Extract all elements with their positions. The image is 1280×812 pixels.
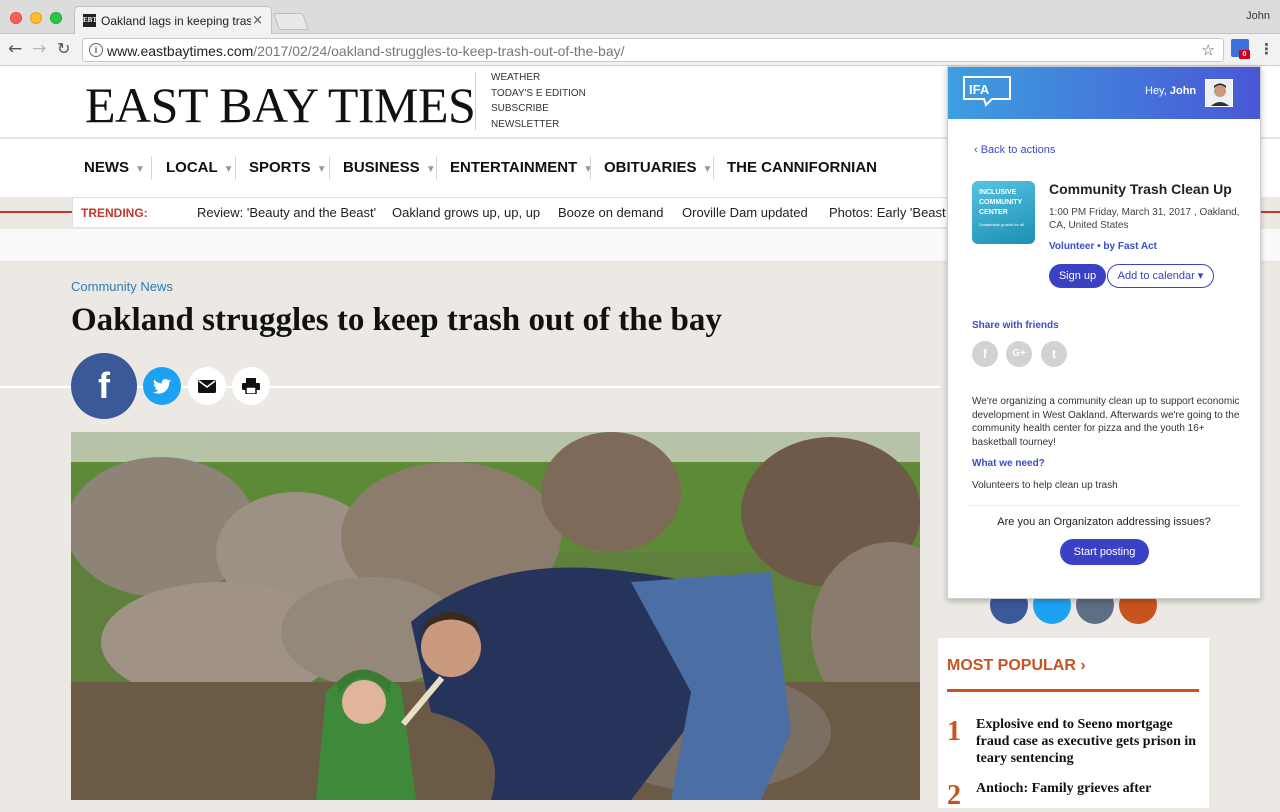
browser-tab-strip: EBT Oakland lags in keeping trash × John xyxy=(0,0,1280,34)
event-time-location: 1:00 PM Friday, March 31, 2017 , Oakland… xyxy=(1049,207,1240,231)
close-tab-icon[interactable]: × xyxy=(252,13,263,28)
most-popular-headline[interactable]: Antioch: Family grieves after xyxy=(976,780,1206,797)
facebook-icon: f xyxy=(98,365,110,406)
trending-label: TRENDING: xyxy=(81,206,148,220)
start-posting-button[interactable]: Start posting xyxy=(1060,539,1149,565)
twitter-icon[interactable]: t xyxy=(1041,341,1067,367)
add-to-calendar-button[interactable]: Add to calendar ▾ xyxy=(1107,264,1214,288)
most-popular-panel: MOST POPULAR › 1 Explosive end to Seeno … xyxy=(938,638,1209,811)
event-title: Community Trash Clean Up xyxy=(1049,181,1232,197)
facebook-share-button[interactable]: f xyxy=(71,353,137,419)
popup-greeting: Hey, John xyxy=(1145,85,1197,97)
forward-icon[interactable]: → xyxy=(32,40,46,58)
nav-item-business[interactable]: BUSINESS ▼ xyxy=(343,159,436,176)
browser-tab[interactable]: EBT Oakland lags in keeping trash × xyxy=(74,6,272,34)
ifa-extension-popup: IFA Hey, John ‹ Back to actions INCLUSIV… xyxy=(947,66,1261,599)
google-plus-icon[interactable]: G+ xyxy=(1006,341,1032,367)
site-favicon-icon: EBT xyxy=(83,14,97,27)
extension-badge: 0 xyxy=(1239,50,1250,59)
article-photo xyxy=(71,432,920,800)
header-link-newsletter[interactable]: NEWSLETTER xyxy=(491,117,586,133)
header-links: WEATHER TODAY'S E EDITION SUBSCRIBE NEWS… xyxy=(491,70,586,132)
most-popular-title[interactable]: MOST POPULAR › xyxy=(947,657,1086,675)
most-popular-rule xyxy=(947,689,1199,692)
article-section-link[interactable]: Community News xyxy=(71,279,173,294)
popup-divider xyxy=(968,505,1240,506)
twitter-icon xyxy=(153,378,171,394)
trending-link[interactable]: Photos: Early 'Beast N xyxy=(829,205,959,220)
most-popular-headline[interactable]: Explosive end to Seeno mortgage fraud ca… xyxy=(976,716,1206,767)
twitter-share-button[interactable] xyxy=(143,367,181,405)
print-icon xyxy=(242,378,260,394)
profile-name[interactable]: John xyxy=(1246,10,1270,22)
avatar[interactable] xyxy=(1205,79,1233,107)
back-to-actions-link[interactable]: ‹ Back to actions xyxy=(974,144,1055,156)
url-text[interactable]: www.eastbaytimes.com/2017/02/24/oakland-… xyxy=(107,43,625,59)
share-divider xyxy=(0,386,940,388)
tab-title: Oakland lags in keeping trash xyxy=(101,14,251,28)
share-with-friends-label: Share with friends xyxy=(972,320,1059,331)
zoom-window-button[interactable] xyxy=(50,12,62,24)
nav-item-news[interactable]: NEWS ▼ xyxy=(84,159,145,176)
email-icon xyxy=(198,379,216,393)
nav-item-cannifornian[interactable]: THE CANNIFORNIAN xyxy=(727,159,877,176)
trending-link[interactable]: Oakland grows up, up, up xyxy=(392,205,540,220)
event-organizer[interactable]: Volunteer • by Fast Act xyxy=(1049,241,1157,252)
header-link-e-edition[interactable]: TODAY'S E EDITION xyxy=(491,86,586,102)
minimize-window-button[interactable] xyxy=(30,12,42,24)
trending-link[interactable]: Booze on demand xyxy=(558,205,664,220)
what-we-need-text: Volunteers to help clean up trash xyxy=(972,480,1118,491)
print-button[interactable] xyxy=(232,367,270,405)
info-icon[interactable]: i xyxy=(89,43,103,57)
close-window-button[interactable] xyxy=(10,12,22,24)
event-thumbnail: INCLUSIVE COMMUNITY CENTER Sustainable g… xyxy=(972,181,1035,244)
article-headline: Oakland struggles to keep trash out of t… xyxy=(71,302,722,338)
nav-item-entertainment[interactable]: ENTERTAINMENT ▼ xyxy=(450,159,593,176)
site-logo[interactable]: EAST BAY TIMES xyxy=(85,76,476,134)
header-link-weather[interactable]: WEATHER xyxy=(491,70,586,86)
what-we-need-label: What we need? xyxy=(972,458,1045,469)
reload-icon[interactable]: ↻ xyxy=(57,40,70,58)
nav-item-sports[interactable]: SPORTS ▼ xyxy=(249,159,327,176)
nav-item-obituaries[interactable]: OBITUARIES ▼ xyxy=(604,159,712,176)
trending-link[interactable]: Oroville Dam updated xyxy=(682,205,808,220)
svg-text:IFA: IFA xyxy=(969,82,990,97)
organization-question: Are you an Organizaton addressing issues… xyxy=(997,516,1211,528)
trending-link[interactable]: Review: 'Beauty and the Beast' xyxy=(197,205,376,220)
address-bar[interactable]: i www.eastbaytimes.com/2017/02/24/oaklan… xyxy=(82,38,1224,62)
menu-icon[interactable]: ⋮ xyxy=(1259,40,1274,58)
article-photo-image xyxy=(71,432,920,800)
back-icon[interactable]: ← xyxy=(8,40,22,58)
browser-toolbar: ← → ↻ i www.eastbaytimes.com/2017/02/24/… xyxy=(0,34,1280,66)
nav-item-local[interactable]: LOCAL ▼ xyxy=(166,159,234,176)
popup-header: IFA Hey, John xyxy=(948,67,1260,119)
bookmark-star-icon[interactable]: ☆ xyxy=(1202,41,1215,59)
ifa-logo-icon[interactable]: IFA xyxy=(962,75,1012,107)
email-share-button[interactable] xyxy=(188,367,226,405)
new-tab-button[interactable] xyxy=(272,13,310,30)
event-description: We're organizing a community clean up to… xyxy=(972,396,1240,448)
header-link-subscribe[interactable]: SUBSCRIBE xyxy=(491,101,586,117)
trending-bar: TRENDING: Review: 'Beauty and the Beast'… xyxy=(72,197,972,228)
sign-up-button[interactable]: Sign up xyxy=(1049,264,1106,288)
most-popular-rank: 2 xyxy=(947,780,961,811)
facebook-icon[interactable]: f xyxy=(972,341,998,367)
most-popular-rank: 1 xyxy=(947,716,961,747)
header-divider xyxy=(475,72,476,130)
